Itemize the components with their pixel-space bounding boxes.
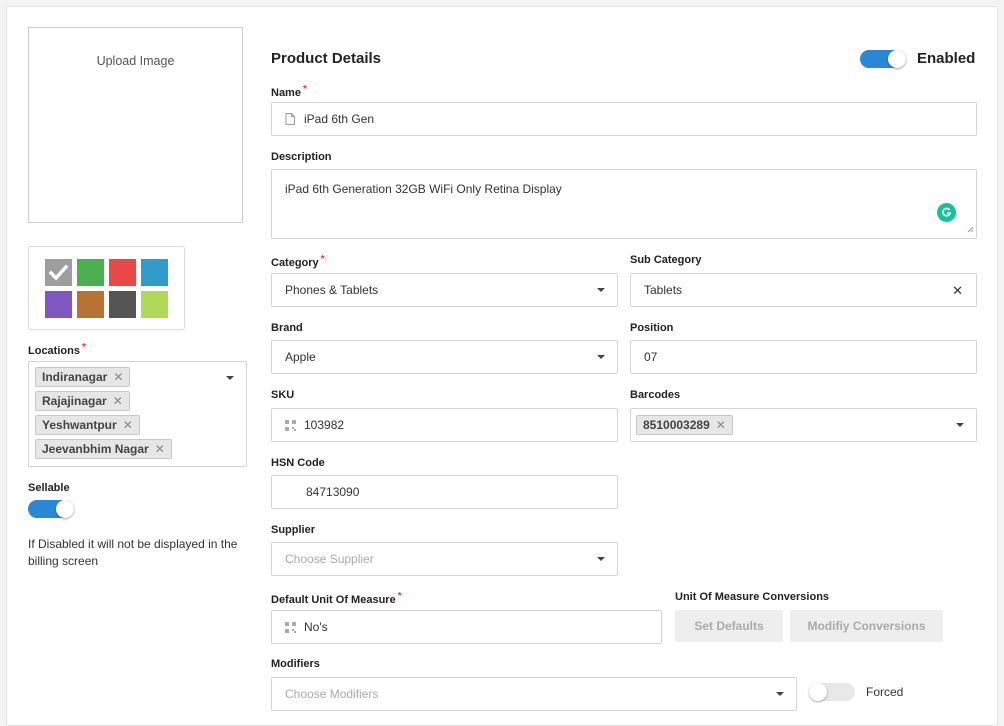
- location-tag: Rajajinagar ✕: [35, 391, 130, 411]
- description-textarea[interactable]: iPad 6th Generation 32GB WiFi Only Retin…: [271, 169, 977, 239]
- category-value: Phones & Tablets: [285, 283, 379, 297]
- remove-tag-icon[interactable]: ✕: [716, 418, 726, 432]
- chevron-down-icon[interactable]: [226, 376, 234, 380]
- swatch-brown[interactable]: [77, 291, 104, 318]
- brand-value: Apple: [285, 350, 316, 364]
- sellable-help-text: If Disabled it will not be displayed in …: [28, 537, 238, 568]
- name-input[interactable]: iPad 6th Gen: [271, 102, 977, 136]
- uom-value: No's: [304, 620, 328, 634]
- locations-multiselect[interactable]: Indiranagar ✕ Rajajinagar ✕ Yeshwantpur ✕ J…: [28, 361, 247, 467]
- chevron-down-icon: [776, 692, 784, 696]
- brand-label: Brand: [271, 322, 303, 334]
- barcode-tag: 8510003289 ✕: [636, 415, 733, 435]
- barcodes-multiselect[interactable]: 8510003289 ✕: [630, 408, 977, 442]
- forced-toggle[interactable]: [809, 683, 855, 701]
- enabled-toggle[interactable]: [860, 50, 906, 68]
- color-swatch-picker: [28, 246, 185, 330]
- swatch-lime[interactable]: [141, 291, 168, 318]
- remove-tag-icon[interactable]: ✕: [113, 370, 123, 384]
- modifiers-placeholder: Choose Modifiers: [285, 687, 379, 701]
- sub-category-value: Tablets: [644, 283, 683, 297]
- modify-conversions-button[interactable]: Modifiy Conversions: [790, 610, 943, 642]
- description-value: iPad 6th Generation 32GB WiFi Only Retin…: [285, 182, 562, 196]
- page-title: Product Details: [271, 50, 382, 67]
- remove-tag-icon[interactable]: ✕: [155, 442, 165, 456]
- swatch-purple[interactable]: [45, 291, 72, 318]
- sellable-label: Sellable: [28, 482, 70, 494]
- swatch-green[interactable]: [77, 259, 104, 286]
- hsn-value: 84713090: [306, 485, 360, 499]
- modifiers-select[interactable]: Choose Modifiers: [271, 677, 797, 711]
- supplier-placeholder: Choose Supplier: [285, 552, 374, 566]
- chevron-down-icon: [597, 557, 605, 561]
- hsn-input[interactable]: 84713090: [271, 475, 618, 509]
- enabled-label: Enabled: [917, 50, 976, 67]
- toggle-knob: [809, 683, 827, 701]
- chevron-down-icon: [597, 355, 605, 359]
- sub-category-select[interactable]: Tablets ✕: [630, 273, 977, 307]
- qr-code-icon: [284, 419, 296, 431]
- name-label: Name *: [271, 84, 307, 99]
- brand-select[interactable]: Apple: [271, 340, 618, 374]
- uom-label: Default Unit Of Measure *: [271, 591, 402, 606]
- toggle-knob: [56, 500, 74, 518]
- upload-image-label: Upload Image: [96, 54, 175, 68]
- sub-category-label: Sub Category: [630, 254, 702, 266]
- resize-handle-icon[interactable]: [967, 222, 974, 236]
- sku-input[interactable]: 103982: [271, 408, 618, 442]
- uom-select[interactable]: No's: [271, 610, 662, 644]
- clear-icon[interactable]: ✕: [952, 283, 963, 299]
- uom-conversions-label: Unit Of Measure Conversions: [675, 591, 830, 603]
- position-value: 07: [644, 350, 658, 364]
- category-select[interactable]: Phones & Tablets: [271, 273, 618, 307]
- set-defaults-button[interactable]: Set Defaults: [675, 610, 783, 642]
- location-tag: Yeshwantpur ✕: [35, 415, 140, 435]
- upload-image-area[interactable]: Upload Image: [28, 27, 243, 223]
- forced-label: Forced: [866, 685, 904, 699]
- remove-tag-icon[interactable]: ✕: [123, 418, 133, 432]
- location-tag: Jeevanbhim Nagar ✕: [35, 439, 172, 459]
- chevron-down-icon[interactable]: [956, 423, 964, 427]
- description-label: Description: [271, 151, 332, 163]
- swatch-dark-gray[interactable]: [109, 291, 136, 318]
- chevron-down-icon: [597, 288, 605, 292]
- supplier-label: Supplier: [271, 524, 316, 536]
- position-label: Position: [630, 322, 674, 334]
- sku-label: SKU: [271, 389, 295, 401]
- swatch-blue[interactable]: [141, 259, 168, 286]
- product-card: Upload Image Locations * Indiranagar ✕ Raj…: [6, 6, 998, 726]
- toggle-knob: [888, 50, 906, 68]
- barcodes-label: Barcodes: [630, 389, 681, 401]
- swatch-red[interactable]: [109, 259, 136, 286]
- location-tag: Indiranagar ✕: [35, 367, 131, 387]
- document-icon: [284, 113, 296, 125]
- category-label: Category *: [271, 254, 325, 269]
- remove-tag-icon[interactable]: ✕: [113, 394, 123, 408]
- supplier-select[interactable]: Choose Supplier: [271, 542, 618, 576]
- hsn-label: HSN Code: [271, 457, 325, 469]
- locations-label: Locations *: [28, 342, 86, 357]
- grammarly-icon[interactable]: [937, 203, 956, 222]
- modifiers-label: Modifiers: [271, 658, 320, 670]
- name-value: iPad 6th Gen: [304, 112, 375, 126]
- sku-value: 103982: [304, 418, 345, 432]
- sellable-toggle[interactable]: [28, 500, 74, 518]
- check-icon: [48, 264, 69, 281]
- swatch-gray[interactable]: [45, 259, 72, 286]
- position-input[interactable]: 07: [630, 340, 977, 374]
- qr-code-icon: [284, 621, 296, 633]
